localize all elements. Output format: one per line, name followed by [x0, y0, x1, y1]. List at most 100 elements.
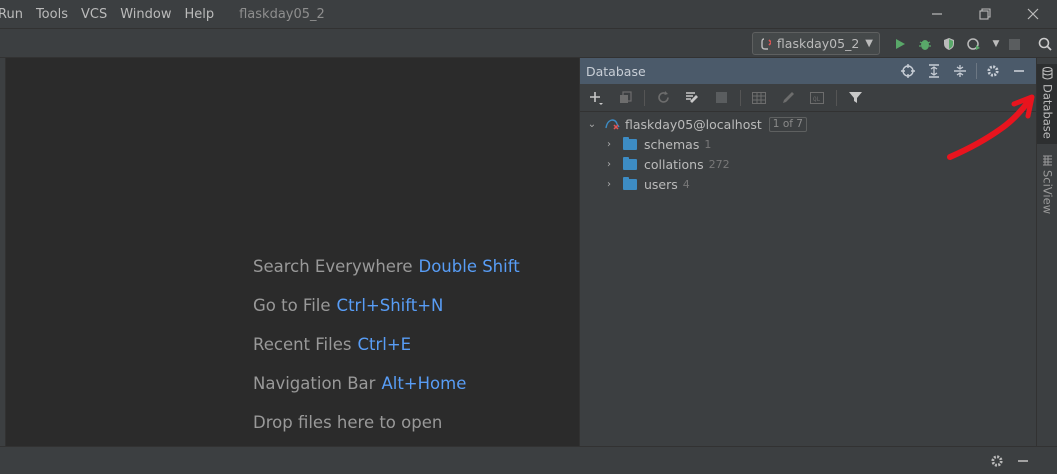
- tree-node-label: schemas: [644, 136, 700, 152]
- panel-header-actions: [895, 58, 1032, 84]
- pencil-icon: [782, 92, 794, 103]
- run-button[interactable]: [890, 34, 910, 54]
- tree-node-label: users: [644, 176, 678, 192]
- hint-recent-files: Recent Files Ctrl+E: [253, 335, 411, 354]
- datasource-name: flaskday05@localhost: [625, 116, 762, 132]
- hint-navigation-bar: Navigation Bar Alt+Home: [253, 374, 466, 393]
- svg-text:QL: QL: [813, 96, 821, 103]
- annotation-arrow-icon: [947, 94, 1035, 160]
- stripe-tab-sciview[interactable]: SciView: [1037, 152, 1057, 214]
- run-config-selector[interactable]: flaskday05_2 ▼: [752, 32, 880, 55]
- minimize-button[interactable]: [913, 0, 961, 28]
- folder-icon: [623, 136, 637, 150]
- bottom-settings-button[interactable]: [987, 451, 1007, 471]
- hint-label: Navigation Bar: [253, 374, 376, 393]
- edit-schema-button[interactable]: [680, 86, 704, 110]
- more-run-options-icon[interactable]: ▼: [986, 34, 1006, 54]
- table-icon: [752, 91, 766, 104]
- toolbar-separator: [836, 89, 837, 106]
- tree-node-count: 272: [708, 157, 730, 171]
- sciview-icon: [1043, 155, 1052, 166]
- database-panel-header: Database: [580, 58, 1036, 84]
- chevron-right-icon[interactable]: ›: [603, 139, 615, 150]
- stop-button[interactable]: [1004, 34, 1024, 54]
- stripe-tab-label: SciView: [1040, 169, 1055, 214]
- stripe-tab-database[interactable]: Database: [1037, 64, 1057, 144]
- profile-button[interactable]: [964, 34, 984, 54]
- collapse-all-icon: [954, 65, 966, 77]
- hint-label: Drop files here to open: [253, 413, 443, 432]
- hint-shortcut: Double Shift: [418, 257, 520, 276]
- expand-all-button[interactable]: [921, 58, 947, 84]
- scroll-from-source-button[interactable]: [895, 58, 921, 84]
- run-config-label: flaskday05_2: [776, 36, 860, 51]
- hint-label: Search Everywhere: [253, 257, 413, 276]
- chevron-right-icon[interactable]: ›: [603, 159, 615, 170]
- window-title: flaskday05_2: [239, 6, 325, 22]
- hint-drop-files: Drop files here to open: [253, 413, 442, 432]
- coverage-button[interactable]: [939, 34, 959, 54]
- menu-help[interactable]: Help: [184, 7, 214, 22]
- run-icon: [896, 39, 905, 49]
- bottom-tool-bar: [0, 446, 1057, 474]
- toolbar-separator: [740, 89, 741, 106]
- profile-icon: [967, 38, 980, 50]
- menu-vcs[interactable]: VCS: [81, 7, 107, 22]
- chevron-down-icon[interactable]: ⌄: [586, 119, 598, 130]
- filter-button[interactable]: [843, 86, 867, 110]
- toolbar-separator: [644, 89, 645, 106]
- open-console-button[interactable]: QL: [805, 86, 829, 110]
- hide-panel-button[interactable]: [1006, 58, 1032, 84]
- hint-go-to-file: Go to File Ctrl+Shift+N: [253, 296, 443, 315]
- window-controls: [913, 0, 1057, 28]
- copy-button[interactable]: [613, 86, 637, 110]
- close-button[interactable]: [1009, 0, 1057, 28]
- plus-icon: [590, 91, 603, 105]
- hint-shortcut: Ctrl+E: [357, 335, 412, 354]
- menu-bar: Run Tools VCS Window Help flaskday05_2: [0, 0, 1057, 28]
- shield-icon: [944, 38, 954, 50]
- tree-node-users[interactable]: › users 4: [580, 174, 1036, 194]
- table-editor-button[interactable]: [747, 86, 771, 110]
- menu-tools[interactable]: Tools: [36, 7, 68, 22]
- header-separator: [976, 63, 977, 79]
- tree-node-label: collations: [644, 156, 704, 172]
- mysql-datasource-icon: [605, 119, 620, 130]
- filter-icon: [848, 92, 862, 103]
- expand-all-icon: [929, 64, 939, 78]
- hint-label: Recent Files: [253, 335, 352, 354]
- schema-count-badge[interactable]: 1 of 7: [768, 116, 807, 132]
- chevron-down-icon: ▼: [865, 38, 873, 49]
- minimize-icon: [932, 13, 942, 15]
- close-icon: [1027, 8, 1039, 20]
- debug-button[interactable]: [915, 34, 935, 54]
- gear-icon: [991, 455, 1003, 467]
- database-icon: [1042, 67, 1053, 80]
- edit-source-button[interactable]: [776, 86, 800, 110]
- stop-query-button[interactable]: [709, 86, 733, 110]
- hint-search-everywhere: Search Everywhere Double Shift: [253, 257, 520, 276]
- console-icon: QL: [810, 91, 824, 104]
- copy-icon: [619, 91, 632, 103]
- refresh-button[interactable]: [651, 86, 675, 110]
- menu-run[interactable]: Run: [0, 7, 23, 22]
- menu-window[interactable]: Window: [120, 7, 171, 22]
- search-everywhere-button[interactable]: [1035, 34, 1055, 54]
- restore-button[interactable]: [961, 0, 1009, 28]
- gear-icon: [987, 65, 999, 77]
- hint-shortcut: Ctrl+Shift+N: [336, 296, 444, 315]
- chevron-right-icon[interactable]: ›: [603, 179, 615, 190]
- stop-icon: [715, 92, 727, 103]
- minimize-icon: [1014, 70, 1024, 72]
- bottom-hide-button[interactable]: [1013, 451, 1033, 471]
- refresh-icon: [657, 91, 669, 103]
- panel-settings-button[interactable]: [980, 58, 1006, 84]
- main-toolbar: flaskday05_2 ▼ ▼: [0, 28, 1057, 58]
- stop-icon: [1008, 38, 1020, 50]
- add-datasource-button[interactable]: [584, 86, 608, 110]
- search-icon: [1038, 37, 1052, 51]
- collapse-all-button[interactable]: [947, 58, 973, 84]
- hint-shortcut: Alt+Home: [381, 374, 467, 393]
- folder-icon: [623, 176, 637, 190]
- editor-empty-area[interactable]: Search Everywhere Double Shift Go to File…: [6, 58, 579, 446]
